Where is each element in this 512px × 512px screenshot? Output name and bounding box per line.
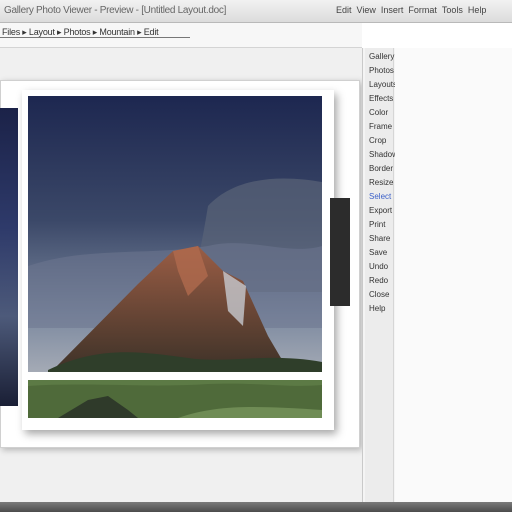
menu-item-insert[interactable]: Insert bbox=[381, 5, 404, 19]
panel-item-photos[interactable]: Photos bbox=[369, 66, 394, 75]
partial-photo-thumbnail[interactable] bbox=[0, 108, 18, 406]
properties-panel: Gallery Photos Layouts Effects Color Fra… bbox=[362, 48, 512, 504]
panel-item-export[interactable]: Export bbox=[369, 206, 392, 215]
menu-item-format[interactable]: Format bbox=[408, 5, 437, 19]
menu-item-edit[interactable]: Edit bbox=[336, 5, 352, 19]
menu-bar: Edit View Insert Format Tools Help bbox=[336, 5, 512, 19]
toolbar-divider bbox=[0, 37, 190, 38]
panel-item-select[interactable]: Select bbox=[369, 192, 391, 201]
panel-item-layouts[interactable]: Layouts bbox=[369, 80, 397, 89]
panel-item-print[interactable]: Print bbox=[369, 220, 385, 229]
status-bar bbox=[0, 502, 512, 512]
mountain-photo[interactable] bbox=[28, 96, 322, 372]
panel-tool-column: Gallery Photos Layouts Effects Color Fra… bbox=[365, 48, 398, 504]
panel-item-shadow[interactable]: Shadow bbox=[369, 150, 398, 159]
panel-item-effects[interactable]: Effects bbox=[369, 94, 393, 103]
panel-content-area bbox=[395, 48, 512, 504]
panel-item-gallery[interactable]: Gallery bbox=[369, 52, 394, 61]
toolbar: Files ▸ Layout ▸ Photos ▸ Mountain ▸ Edi… bbox=[0, 23, 362, 48]
panel-item-close[interactable]: Close bbox=[369, 290, 389, 299]
menu-item-help[interactable]: Help bbox=[468, 5, 487, 19]
panel-item-resize[interactable]: Resize bbox=[369, 178, 393, 187]
panel-item-save[interactable]: Save bbox=[369, 248, 387, 257]
panel-item-redo[interactable]: Redo bbox=[369, 276, 388, 285]
title-bar: Gallery Photo Viewer - Preview - [Untitl… bbox=[0, 0, 512, 23]
scroll-handle[interactable] bbox=[330, 198, 350, 306]
panel-item-border[interactable]: Border bbox=[369, 164, 393, 173]
window-title: Gallery Photo Viewer - Preview - [Untitl… bbox=[4, 5, 227, 16]
panel-item-share[interactable]: Share bbox=[369, 234, 390, 243]
panel-item-frame[interactable]: Frame bbox=[369, 122, 392, 131]
panel-item-help[interactable]: Help bbox=[369, 304, 385, 313]
menu-item-tools[interactable]: Tools bbox=[442, 5, 463, 19]
menu-item-view[interactable]: View bbox=[357, 5, 376, 19]
landscape-strip-photo[interactable] bbox=[28, 380, 322, 418]
panel-item-color[interactable]: Color bbox=[369, 108, 388, 117]
panel-item-crop[interactable]: Crop bbox=[369, 136, 386, 145]
panel-item-undo[interactable]: Undo bbox=[369, 262, 388, 271]
